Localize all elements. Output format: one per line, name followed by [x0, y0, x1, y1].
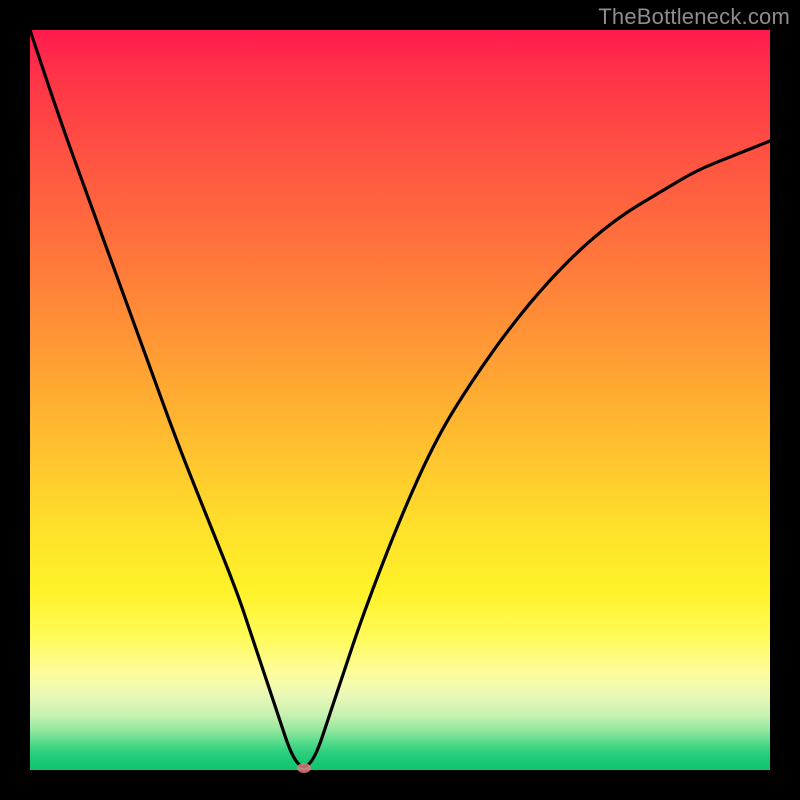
bottleneck-curve — [30, 30, 770, 770]
optimum-marker — [297, 763, 311, 773]
plot-area — [30, 30, 770, 770]
chart-frame: TheBottleneck.com — [0, 0, 800, 800]
watermark-text: TheBottleneck.com — [598, 4, 790, 30]
